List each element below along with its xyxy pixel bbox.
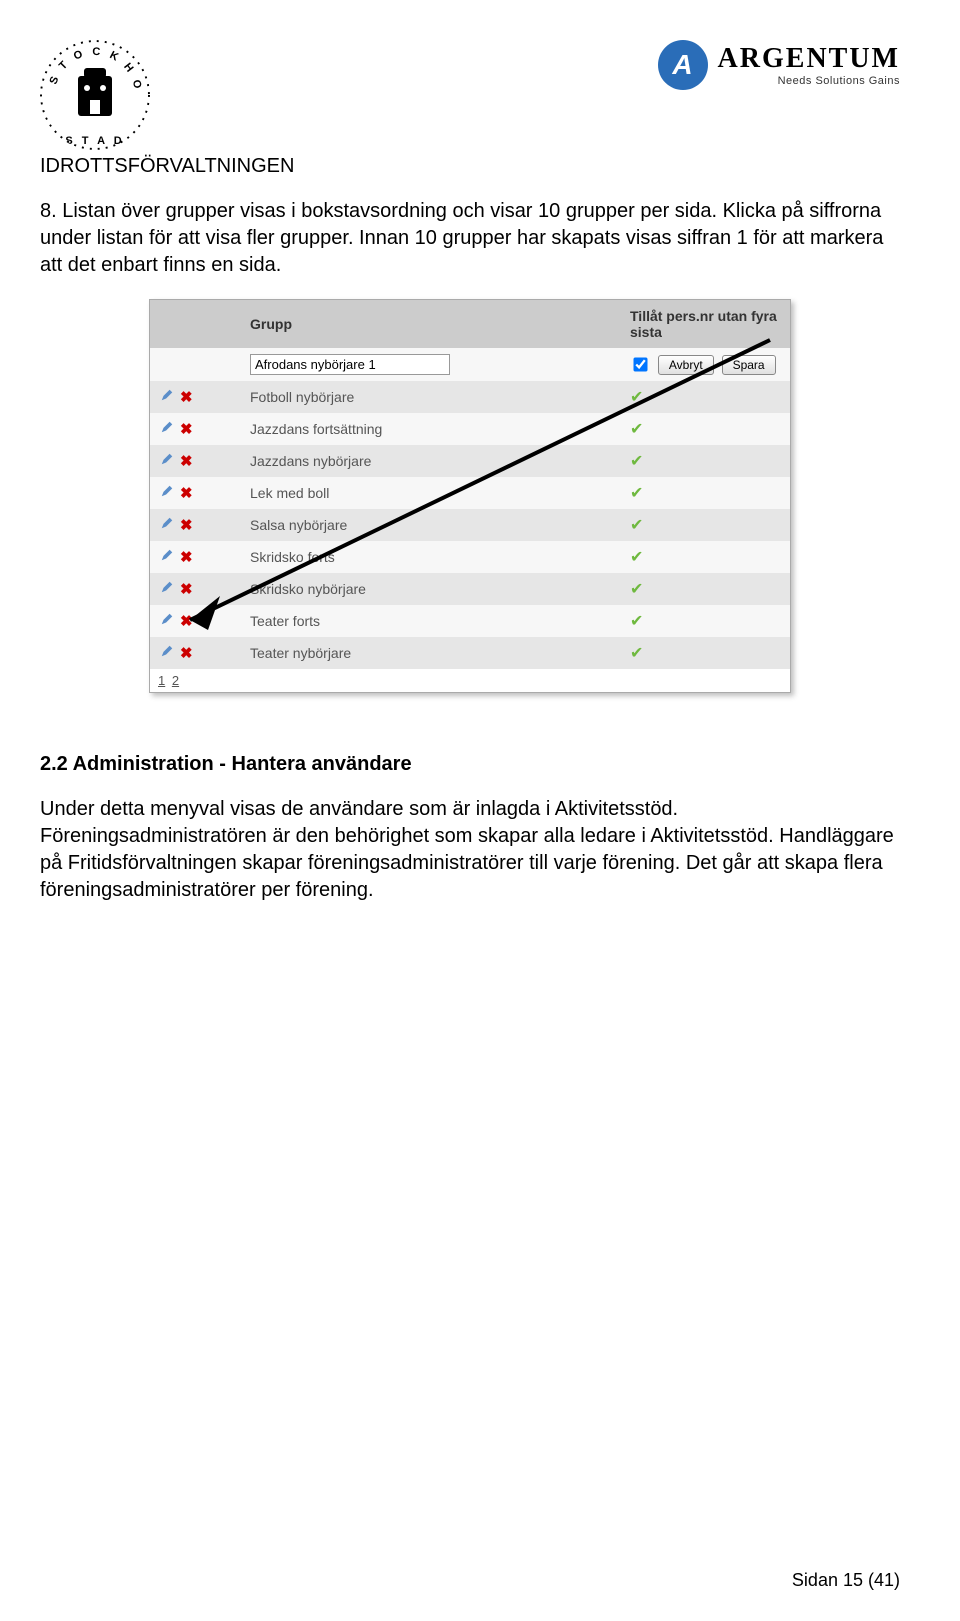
delete-icon[interactable]: ✖ [180,420,193,438]
group-name: Teater forts [240,605,620,637]
page-2-link[interactable]: 2 [172,673,179,688]
delete-icon[interactable]: ✖ [180,548,193,566]
group-name: Skridsko nybörjare [240,573,620,605]
allow-checkbox[interactable] [633,358,647,372]
svg-text:S T A D: S T A D [65,135,124,147]
section-heading: 2.2 Administration - Hantera användare [40,753,900,776]
page-1-link[interactable]: 1 [158,673,165,688]
cancel-button[interactable]: Avbryt [658,355,714,375]
group-name: Lek med boll [240,477,620,509]
edit-icon[interactable] [160,484,174,502]
brand-name: ARGENTUM [718,43,900,75]
check-icon: ✔ [630,549,643,566]
table-row: ✖ Jazzdans fortsättning ✔ [150,413,790,445]
table-row: ✖ Skridsko nybörjare ✔ [150,573,790,605]
intro-paragraph: 8. Listan över grupper visas i bokstavso… [40,198,900,279]
delete-icon[interactable]: ✖ [180,452,193,470]
table-row: ✖ Jazzdans nybörjare ✔ [150,445,790,477]
edit-icon[interactable] [160,452,174,470]
check-icon: ✔ [630,517,643,534]
check-icon: ✔ [630,645,643,662]
group-name: Jazzdans nybörjare [240,445,620,477]
group-table-screenshot: Grupp Tillåt pers.nr utan fyra sista Avb… [149,299,791,693]
check-icon: ✔ [630,485,643,502]
group-name: Skridsko forts [240,541,620,573]
save-button[interactable]: Spara [722,355,776,375]
col-header-group: Grupp [240,300,620,348]
brand-tagline: Needs Solutions Gains [718,75,900,87]
stockholm-stad-logo: S T O C K H O L M S S T A D [40,40,150,155]
delete-icon[interactable]: ✖ [180,516,193,534]
delete-icon[interactable]: ✖ [180,644,193,662]
table-row: ✖ Teater forts ✔ [150,605,790,637]
group-name: Teater nybörjare [240,637,620,669]
edit-icon[interactable] [160,644,174,662]
group-name-input[interactable] [250,354,450,375]
group-name: Salsa nybörjare [240,509,620,541]
delete-icon[interactable]: ✖ [180,388,193,406]
table-row: ✖ Teater nybörjare ✔ [150,637,790,669]
delete-icon[interactable]: ✖ [180,484,193,502]
argentum-logo: A ARGENTUM Needs Solutions Gains [658,40,900,90]
section-paragraph: Under detta menyval visas de användare s… [40,796,900,904]
check-icon: ✔ [630,421,643,438]
check-icon: ✔ [630,613,643,630]
page-header: S T O C K H O L M S S T A D A ARGENTUM N… [40,40,900,155]
table-row: ✖ Lek med boll ✔ [150,477,790,509]
group-name: Jazzdans fortsättning [240,413,620,445]
page-footer: Sidan 15 (41) [792,1570,900,1591]
check-icon: ✔ [630,389,643,406]
table-row: ✖ Fotboll nybörjare ✔ [150,381,790,413]
group-table: Grupp Tillåt pers.nr utan fyra sista Avb… [150,300,790,669]
delete-icon[interactable]: ✖ [180,612,193,630]
group-name: Fotboll nybörjare [240,381,620,413]
table-row: ✖ Salsa nybörjare ✔ [150,509,790,541]
department-name: IDROTTSFÖRVALTNINGEN [40,155,900,178]
delete-icon[interactable]: ✖ [180,580,193,598]
edit-icon[interactable] [160,516,174,534]
edit-icon[interactable] [160,580,174,598]
check-icon: ✔ [630,453,643,470]
edit-icon[interactable] [160,420,174,438]
table-row: ✖ Skridsko forts ✔ [150,541,790,573]
edit-icon[interactable] [160,548,174,566]
table-pager: 1 2 [150,669,790,692]
check-icon: ✔ [630,581,643,598]
edit-icon[interactable] [160,612,174,630]
argentum-a-icon: A [658,40,708,90]
col-header-allow: Tillåt pers.nr utan fyra sista [620,300,790,348]
edit-icon[interactable] [160,388,174,406]
